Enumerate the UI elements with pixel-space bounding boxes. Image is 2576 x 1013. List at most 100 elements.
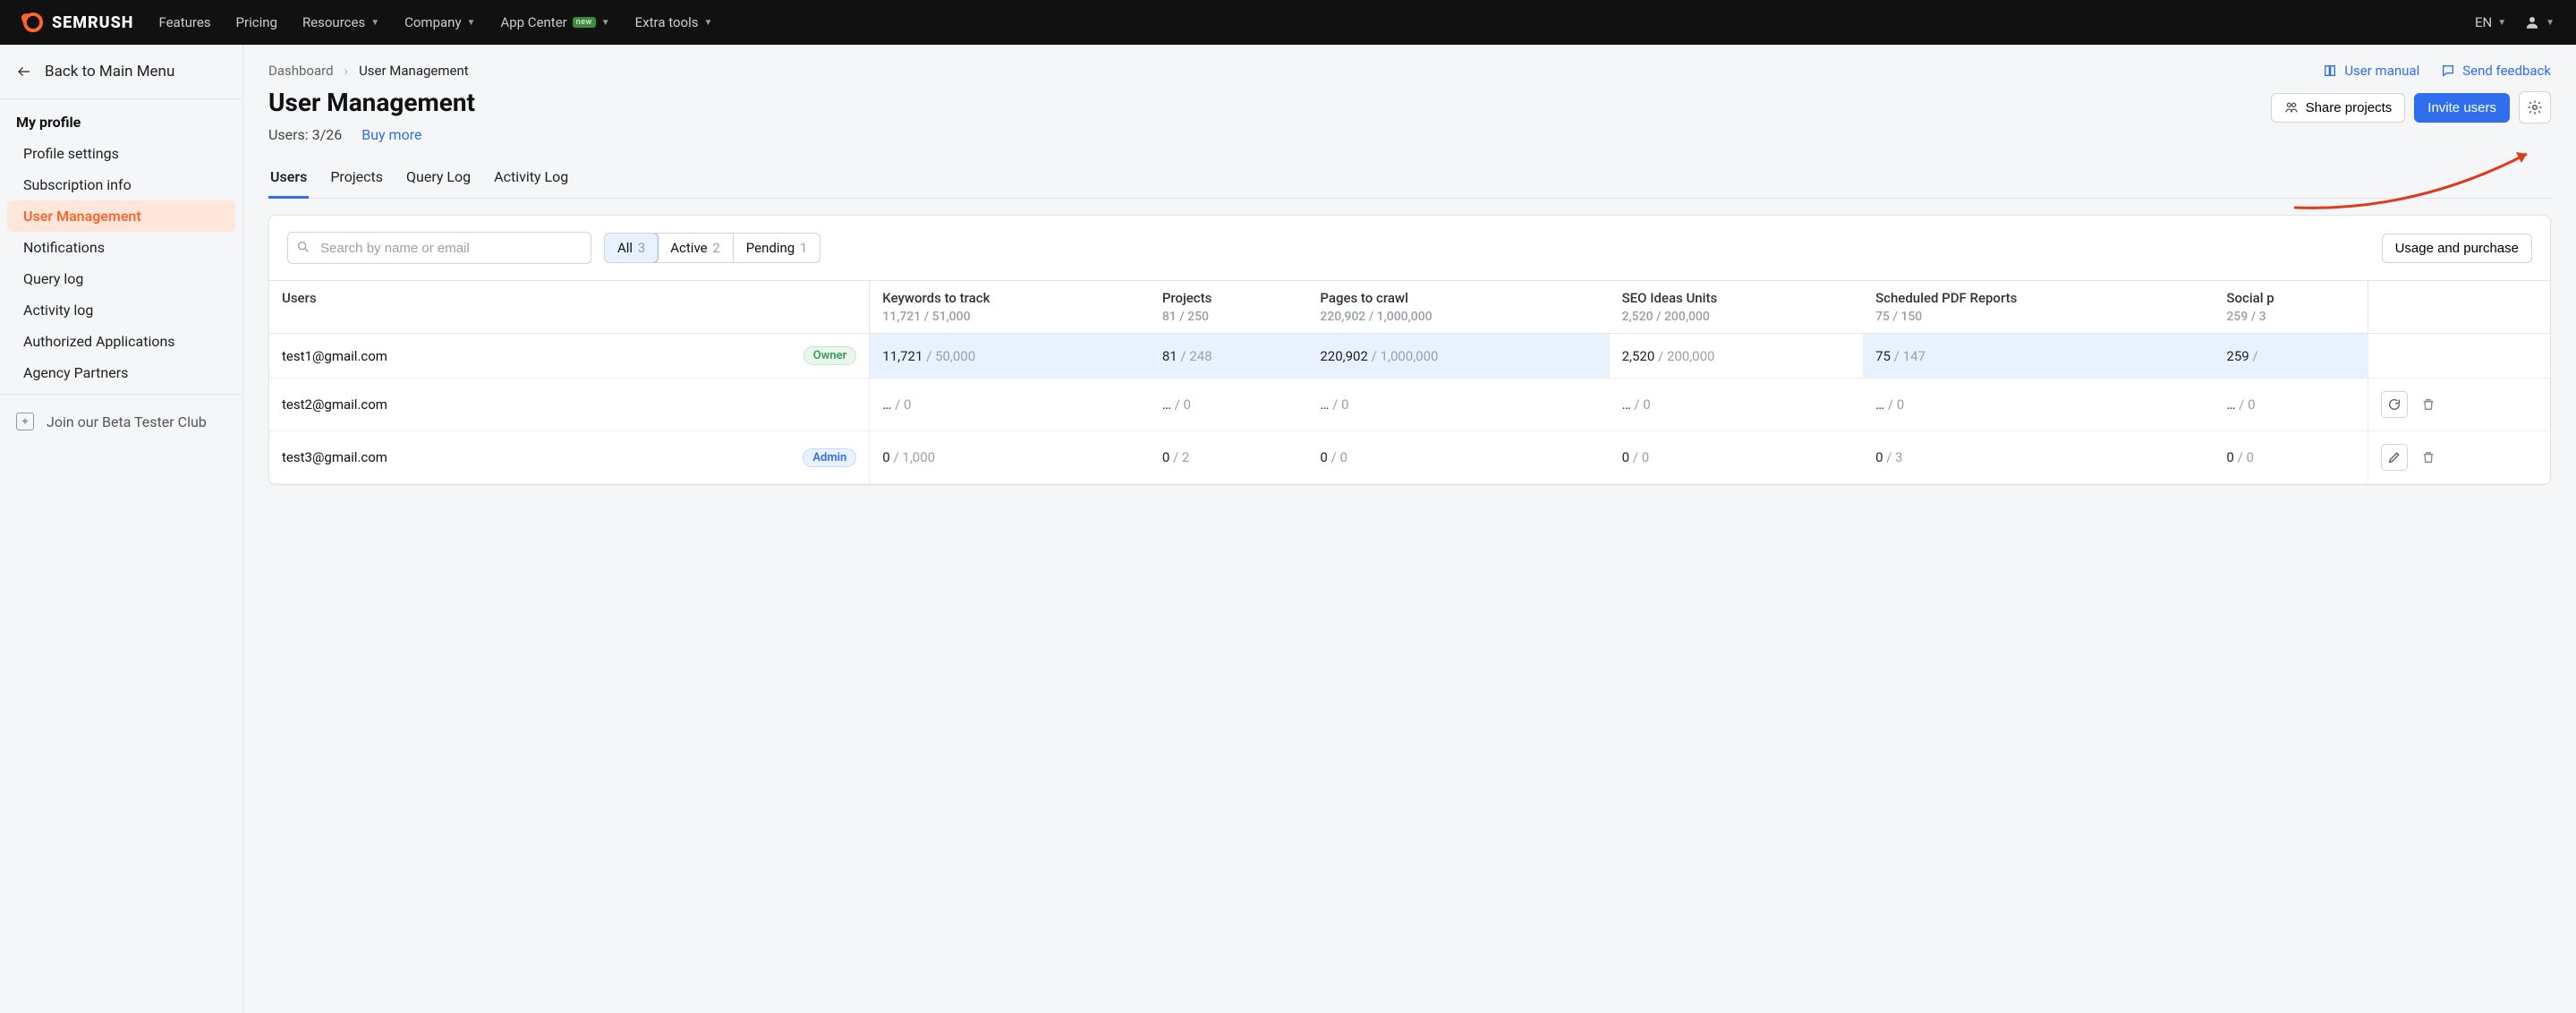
chevron-down-icon: ▼ <box>467 18 476 28</box>
invite-users-button[interactable]: Invite users <box>2414 93 2510 123</box>
nav-extra-tools[interactable]: Extra tools▼ <box>635 14 713 30</box>
cell-actions <box>2368 431 2550 484</box>
users-card: All 3 Active 2 Pending 1 Usage and purch… <box>268 215 2551 485</box>
status-filter: All 3 Active 2 Pending 1 <box>604 233 820 263</box>
table-row: test2@gmail.com … / 0 … / 0 … / 0 … / 0 … <box>269 379 2550 431</box>
account-menu[interactable]: ▼ <box>2524 14 2555 30</box>
sidebar-item-notifications[interactable]: Notifications <box>7 232 235 263</box>
share-projects-button[interactable]: Share projects <box>2271 93 2406 123</box>
semrush-icon <box>21 11 45 34</box>
delete-user-button[interactable] <box>2415 444 2442 471</box>
tab-projects[interactable]: Projects <box>328 163 385 199</box>
search-input[interactable] <box>287 232 591 264</box>
filter-active[interactable]: Active 2 <box>658 234 734 262</box>
breadcrumb-dashboard[interactable]: Dashboard <box>268 63 334 79</box>
people-icon <box>2284 100 2299 115</box>
sidebar-item-subscription-info[interactable]: Subscription info <box>7 169 235 200</box>
beta-label: Join our Beta Tester Club <box>47 413 207 430</box>
chevron-down-icon: ▼ <box>703 18 712 28</box>
cell-seo: 2,520 / 200,000 <box>1610 334 1863 379</box>
sidebar: Back to Main Menu My profile Profile set… <box>0 45 243 1013</box>
cell-keywords: 11,721 / 50,000 <box>870 334 1150 379</box>
tab-users[interactable]: Users <box>268 163 309 199</box>
pencil-icon <box>2387 450 2402 464</box>
trash-icon <box>2421 450 2436 464</box>
col-seo: SEO Ideas Units2,520 / 200,000 <box>1610 281 1863 334</box>
role-badge-admin: Admin <box>803 448 856 467</box>
cell-seo: … / 0 <box>1610 379 1863 431</box>
users-count: Users: 3/26 <box>268 126 342 143</box>
sidebar-item-profile-settings[interactable]: Profile settings <box>7 138 235 169</box>
breadcrumb: Dashboard › User Management <box>268 63 469 79</box>
page-title: User Management <box>268 88 2551 117</box>
user-email: test2@gmail.com <box>282 396 387 413</box>
tab-query-log[interactable]: Query Log <box>404 163 472 199</box>
sidebar-item-agency-partners[interactable]: Agency Partners <box>7 357 235 388</box>
back-to-main[interactable]: Back to Main Menu <box>0 55 242 93</box>
beta-icon: ✦ <box>16 413 34 430</box>
cell-pages: … / 0 <box>1307 379 1609 431</box>
new-badge: new <box>573 17 596 28</box>
cell-pages: 220,902 / 1,000,000 <box>1307 334 1609 379</box>
tab-activity-log[interactable]: Activity Log <box>492 163 570 199</box>
sidebar-heading: My profile <box>0 105 242 138</box>
nav-pricing[interactable]: Pricing <box>236 14 277 30</box>
cell-actions <box>2368 379 2550 431</box>
cell-social: 0 / 0 <box>2214 431 2368 484</box>
filter-pending[interactable]: Pending 1 <box>734 234 820 262</box>
cell-seo: 0 / 0 <box>1610 431 1863 484</box>
main-content: Dashboard › User Management User manual … <box>243 45 2576 1013</box>
beta-tester-link[interactable]: ✦ Join our Beta Tester Club <box>0 400 242 443</box>
col-users: Users <box>269 281 870 334</box>
cell-actions <box>2368 334 2550 379</box>
divider <box>0 98 242 99</box>
send-feedback-link[interactable]: Send feedback <box>2441 63 2551 79</box>
top-nav: SEMRUSH Features Pricing Resources▼ Comp… <box>0 0 2576 45</box>
users-table: Users Keywords to track11,721 / 51,000 P… <box>269 280 2550 484</box>
filter-all[interactable]: All 3 <box>604 233 659 263</box>
user-manual-link[interactable]: User manual <box>2323 63 2419 79</box>
cell-social: 259 / <box>2214 334 2368 379</box>
col-social: Social p259 / 3 <box>2214 281 2368 334</box>
resend-invite-button[interactable] <box>2381 391 2408 418</box>
role-badge-owner: Owner <box>803 346 857 365</box>
usage-purchase-button[interactable]: Usage and purchase <box>2382 234 2532 263</box>
cell-social: … / 0 <box>2214 379 2368 431</box>
nav-resources[interactable]: Resources▼ <box>302 14 379 30</box>
settings-button[interactable] <box>2519 91 2551 123</box>
cell-keywords: … / 0 <box>870 379 1150 431</box>
book-icon <box>2323 64 2337 78</box>
chat-icon <box>2441 64 2455 78</box>
cell-pdf: 75 / 147 <box>1863 334 2214 379</box>
user-icon <box>2524 14 2540 30</box>
col-keywords: Keywords to track11,721 / 51,000 <box>870 281 1150 334</box>
cell-pdf: 0 / 3 <box>1863 431 2214 484</box>
sidebar-item-authorized-applications[interactable]: Authorized Applications <box>7 326 235 357</box>
nav-features[interactable]: Features <box>158 14 210 30</box>
cell-pdf: … / 0 <box>1863 379 2214 431</box>
nav-app-center[interactable]: App Centernew▼ <box>500 14 609 30</box>
table-scroll[interactable]: Users Keywords to track11,721 / 51,000 P… <box>269 280 2550 484</box>
table-row: test3@gmail.comAdmin 0 / 1,000 0 / 2 0 /… <box>269 431 2550 484</box>
sidebar-item-query-log[interactable]: Query log <box>7 263 235 294</box>
col-pdf: Scheduled PDF Reports75 / 150 <box>1863 281 2214 334</box>
chevron-down-icon: ▼ <box>601 18 610 28</box>
trash-icon <box>2421 397 2436 412</box>
search-icon <box>296 240 310 254</box>
edit-user-button[interactable] <box>2381 444 2408 471</box>
cell-keywords: 0 / 1,000 <box>870 431 1150 484</box>
arrow-left-icon <box>16 64 32 80</box>
sidebar-item-user-management[interactable]: User Management <box>7 200 235 232</box>
buy-more-link[interactable]: Buy more <box>361 126 421 143</box>
nav-company[interactable]: Company▼ <box>404 14 475 30</box>
sidebar-item-activity-log[interactable]: Activity log <box>7 294 235 326</box>
col-pages: Pages to crawl220,902 / 1,000,000 <box>1307 281 1609 334</box>
table-row: test1@gmail.comOwner 11,721 / 50,000 81 … <box>269 334 2550 379</box>
tabs: Users Projects Query Log Activity Log <box>268 163 2551 199</box>
delete-user-button[interactable] <box>2415 391 2442 418</box>
brand-logo[interactable]: SEMRUSH <box>21 11 133 34</box>
gear-icon <box>2527 99 2543 115</box>
cell-pages: 0 / 0 <box>1307 431 1609 484</box>
language-switch[interactable]: EN▼ <box>2475 14 2506 30</box>
back-label: Back to Main Menu <box>45 63 174 81</box>
